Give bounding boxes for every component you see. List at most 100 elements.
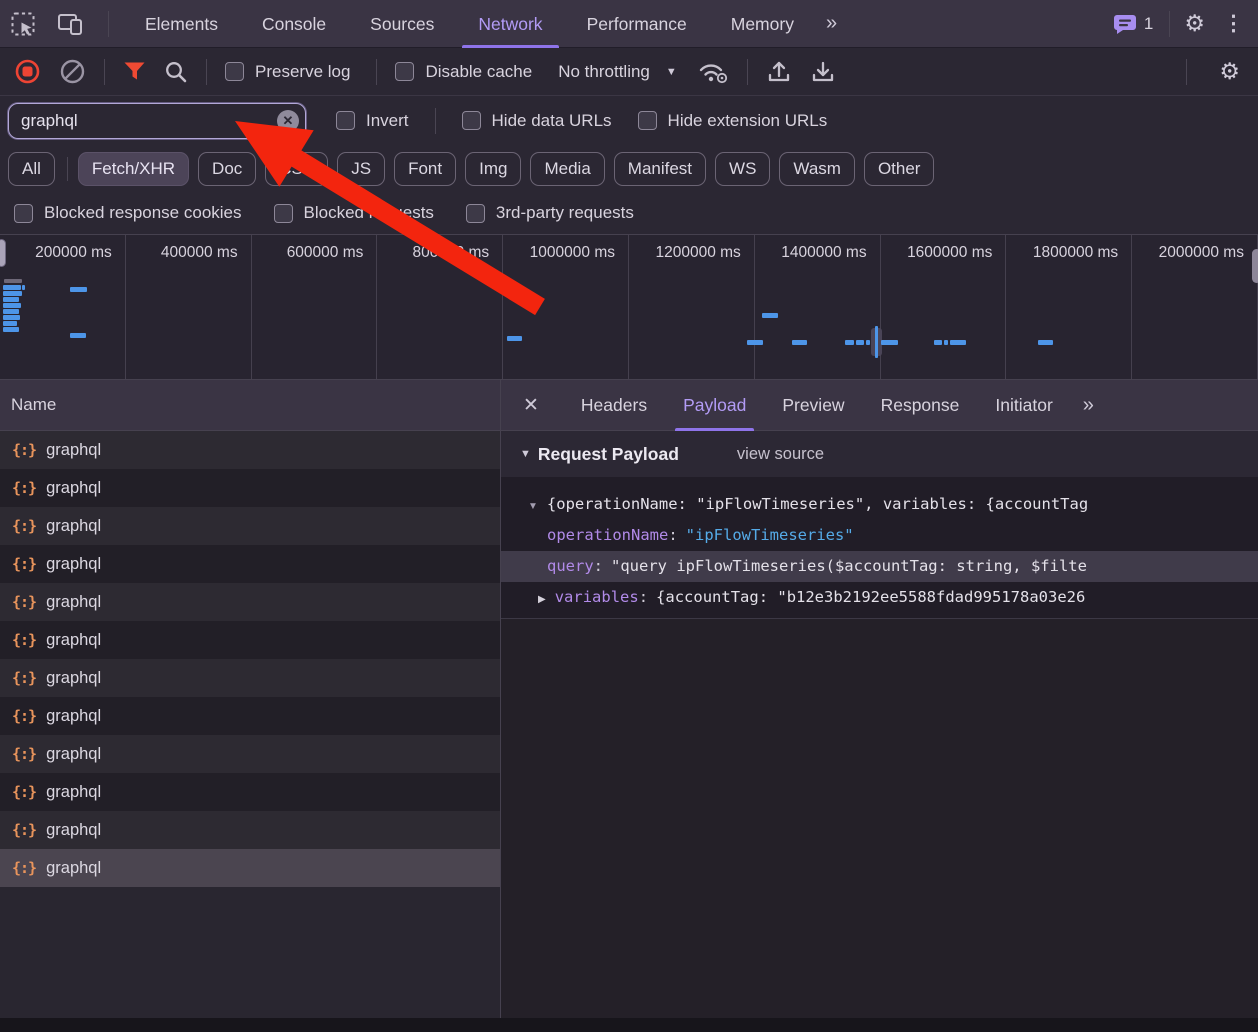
filter-chip-manifest[interactable]: Manifest bbox=[614, 152, 706, 186]
filter-chip-wasm[interactable]: Wasm bbox=[779, 152, 855, 186]
filter-input[interactable] bbox=[8, 103, 306, 139]
request-row[interactable]: {:}graphql bbox=[0, 431, 500, 469]
tab-elements[interactable]: Elements bbox=[123, 0, 240, 48]
filter-chip-css[interactable]: CSS bbox=[265, 152, 328, 186]
collapse-triangle-icon[interactable]: ▼ bbox=[528, 501, 538, 512]
request-row[interactable]: {:}graphql bbox=[0, 849, 500, 887]
checkbox[interactable] bbox=[336, 111, 355, 130]
close-details-icon[interactable]: ✕ bbox=[523, 394, 539, 417]
search-icon[interactable] bbox=[164, 60, 188, 84]
blocked-requests-checkbox[interactable]: Blocked requests bbox=[274, 203, 434, 223]
settings-gear-icon[interactable]: ⚙ bbox=[1170, 10, 1219, 37]
filter-chip-other[interactable]: Other bbox=[864, 152, 935, 186]
collapse-triangle-icon[interactable]: ▼ bbox=[520, 448, 531, 460]
fetch-xhr-icon: {:} bbox=[12, 745, 36, 763]
request-name: graphql bbox=[46, 555, 101, 574]
network-activity-bar bbox=[934, 340, 942, 345]
timeline-scroll-handle-right[interactable] bbox=[1252, 249, 1258, 283]
device-toolbar-icon[interactable] bbox=[56, 11, 84, 37]
fetch-xhr-icon: {:} bbox=[12, 707, 36, 725]
filter-chip-doc[interactable]: Doc bbox=[198, 152, 256, 186]
record-network-log-icon[interactable] bbox=[14, 58, 41, 85]
clear-filter-icon[interactable]: ✕ bbox=[277, 110, 299, 132]
tab-network[interactable]: Network bbox=[456, 0, 564, 48]
network-activity-bar bbox=[747, 340, 763, 345]
request-row[interactable]: {:}graphql bbox=[0, 583, 500, 621]
tab-console[interactable]: Console bbox=[240, 0, 348, 48]
more-options-icon[interactable]: ⋮ bbox=[1219, 11, 1258, 36]
checkbox[interactable] bbox=[274, 204, 293, 223]
request-row[interactable]: {:}graphql bbox=[0, 735, 500, 773]
hide-extension-urls-checkbox[interactable]: Hide extension URLs bbox=[638, 111, 828, 131]
filter-chip-img[interactable]: Img bbox=[465, 152, 521, 186]
network-conditions-icon[interactable] bbox=[697, 58, 729, 85]
timeline-scroll-handle-left[interactable] bbox=[0, 239, 6, 267]
tab-payload[interactable]: Payload bbox=[665, 380, 764, 431]
payload-string-value: "ipFlowTimeseries" bbox=[686, 526, 854, 544]
tab-sources[interactable]: Sources bbox=[348, 0, 456, 48]
filter-chip-media[interactable]: Media bbox=[530, 152, 604, 186]
inspect-element-icon[interactable] bbox=[10, 11, 36, 37]
tab-response[interactable]: Response bbox=[863, 380, 978, 431]
hide-data-urls-checkbox[interactable]: Hide data URLs bbox=[462, 111, 612, 131]
checkbox[interactable] bbox=[395, 62, 414, 81]
throttling-dropdown[interactable]: No throttling ▼ bbox=[558, 62, 677, 82]
tab-memory[interactable]: Memory bbox=[709, 0, 816, 48]
filter-chip-js[interactable]: JS bbox=[337, 152, 385, 186]
request-row[interactable]: {:}graphql bbox=[0, 659, 500, 697]
request-row[interactable]: {:}graphql bbox=[0, 507, 500, 545]
tab-initiator[interactable]: Initiator bbox=[977, 380, 1070, 431]
resource-type-chips: All Fetch/XHR Doc CSS JS Font Img Media Manifest… bbox=[0, 145, 1258, 192]
disable-cache-checkbox[interactable]: Disable cache bbox=[395, 62, 532, 82]
filter-chip-fetch-xhr[interactable]: Fetch/XHR bbox=[78, 152, 189, 186]
filter-icon[interactable] bbox=[123, 61, 146, 82]
devtools-tab-bar: Elements Console Sources Network Perform… bbox=[0, 0, 1258, 48]
view-source-link[interactable]: view source bbox=[737, 445, 824, 464]
console-messages-icon[interactable] bbox=[1113, 13, 1137, 35]
detail-tab-bar: ✕ Headers Payload Preview Response Initi… bbox=[501, 380, 1258, 431]
export-har-icon[interactable] bbox=[810, 59, 836, 85]
network-settings-gear-icon[interactable]: ⚙ bbox=[1205, 58, 1258, 85]
third-party-requests-checkbox[interactable]: 3rd-party requests bbox=[466, 203, 634, 223]
divider bbox=[67, 157, 68, 181]
request-list: {:}graphql{:}graphql{:}graphql{:}graphql… bbox=[0, 431, 500, 1018]
blocked-response-cookies-checkbox[interactable]: Blocked response cookies bbox=[14, 203, 242, 223]
request-row[interactable]: {:}graphql bbox=[0, 545, 500, 583]
filter-chip-ws[interactable]: WS bbox=[715, 152, 770, 186]
preserve-log-checkbox[interactable]: Preserve log bbox=[225, 62, 350, 82]
payload-row-query[interactable]: query:"query ipFlowTimeseries($accountTa… bbox=[501, 551, 1258, 582]
invert-checkbox[interactable]: Invert bbox=[336, 111, 409, 131]
checkbox[interactable] bbox=[14, 204, 33, 223]
more-tabs-icon[interactable]: » bbox=[816, 12, 847, 35]
import-har-icon[interactable] bbox=[766, 59, 792, 85]
fetch-xhr-icon: {:} bbox=[12, 593, 36, 611]
request-row[interactable]: {:}graphql bbox=[0, 621, 500, 659]
window-bottom-edge bbox=[0, 1018, 1258, 1032]
blocked-response-cookies-label: Blocked response cookies bbox=[44, 203, 242, 223]
name-column-header[interactable]: Name bbox=[0, 380, 500, 431]
expand-triangle-icon[interactable]: ▶ bbox=[538, 594, 546, 605]
timeline-overview[interactable]: 200000 ms400000 ms600000 ms800000 ms1000… bbox=[0, 235, 1258, 380]
request-name: graphql bbox=[46, 517, 101, 536]
clear-network-log-icon[interactable] bbox=[59, 58, 86, 85]
request-row[interactable]: {:}graphql bbox=[0, 773, 500, 811]
filter-chip-font[interactable]: Font bbox=[394, 152, 456, 186]
checkbox[interactable] bbox=[462, 111, 481, 130]
checkbox[interactable] bbox=[638, 111, 657, 130]
request-row[interactable]: {:}graphql bbox=[0, 697, 500, 735]
more-detail-tabs-icon[interactable]: » bbox=[1071, 394, 1094, 417]
request-row[interactable]: {:}graphql bbox=[0, 811, 500, 849]
tab-headers[interactable]: Headers bbox=[563, 380, 665, 431]
request-payload-section[interactable]: ▼ Request Payload view source bbox=[501, 431, 1258, 477]
payload-row-operationname[interactable]: operationName:"ipFlowTimeseries" bbox=[501, 520, 1258, 551]
tab-performance[interactable]: Performance bbox=[565, 0, 709, 48]
checkbox[interactable] bbox=[225, 62, 244, 81]
blocked-requests-label: Blocked requests bbox=[304, 203, 434, 223]
request-row[interactable]: {:}graphql bbox=[0, 469, 500, 507]
payload-root-row[interactable]: ▼{operationName: "ipFlowTimeseries", var… bbox=[501, 489, 1258, 520]
tab-preview[interactable]: Preview bbox=[764, 380, 862, 431]
payload-row-variables[interactable]: ▶variables:{accountTag: "b12e3b2192ee558… bbox=[501, 582, 1258, 613]
checkbox[interactable] bbox=[466, 204, 485, 223]
filter-chip-all[interactable]: All bbox=[8, 152, 55, 186]
network-activity-bar bbox=[4, 279, 22, 283]
